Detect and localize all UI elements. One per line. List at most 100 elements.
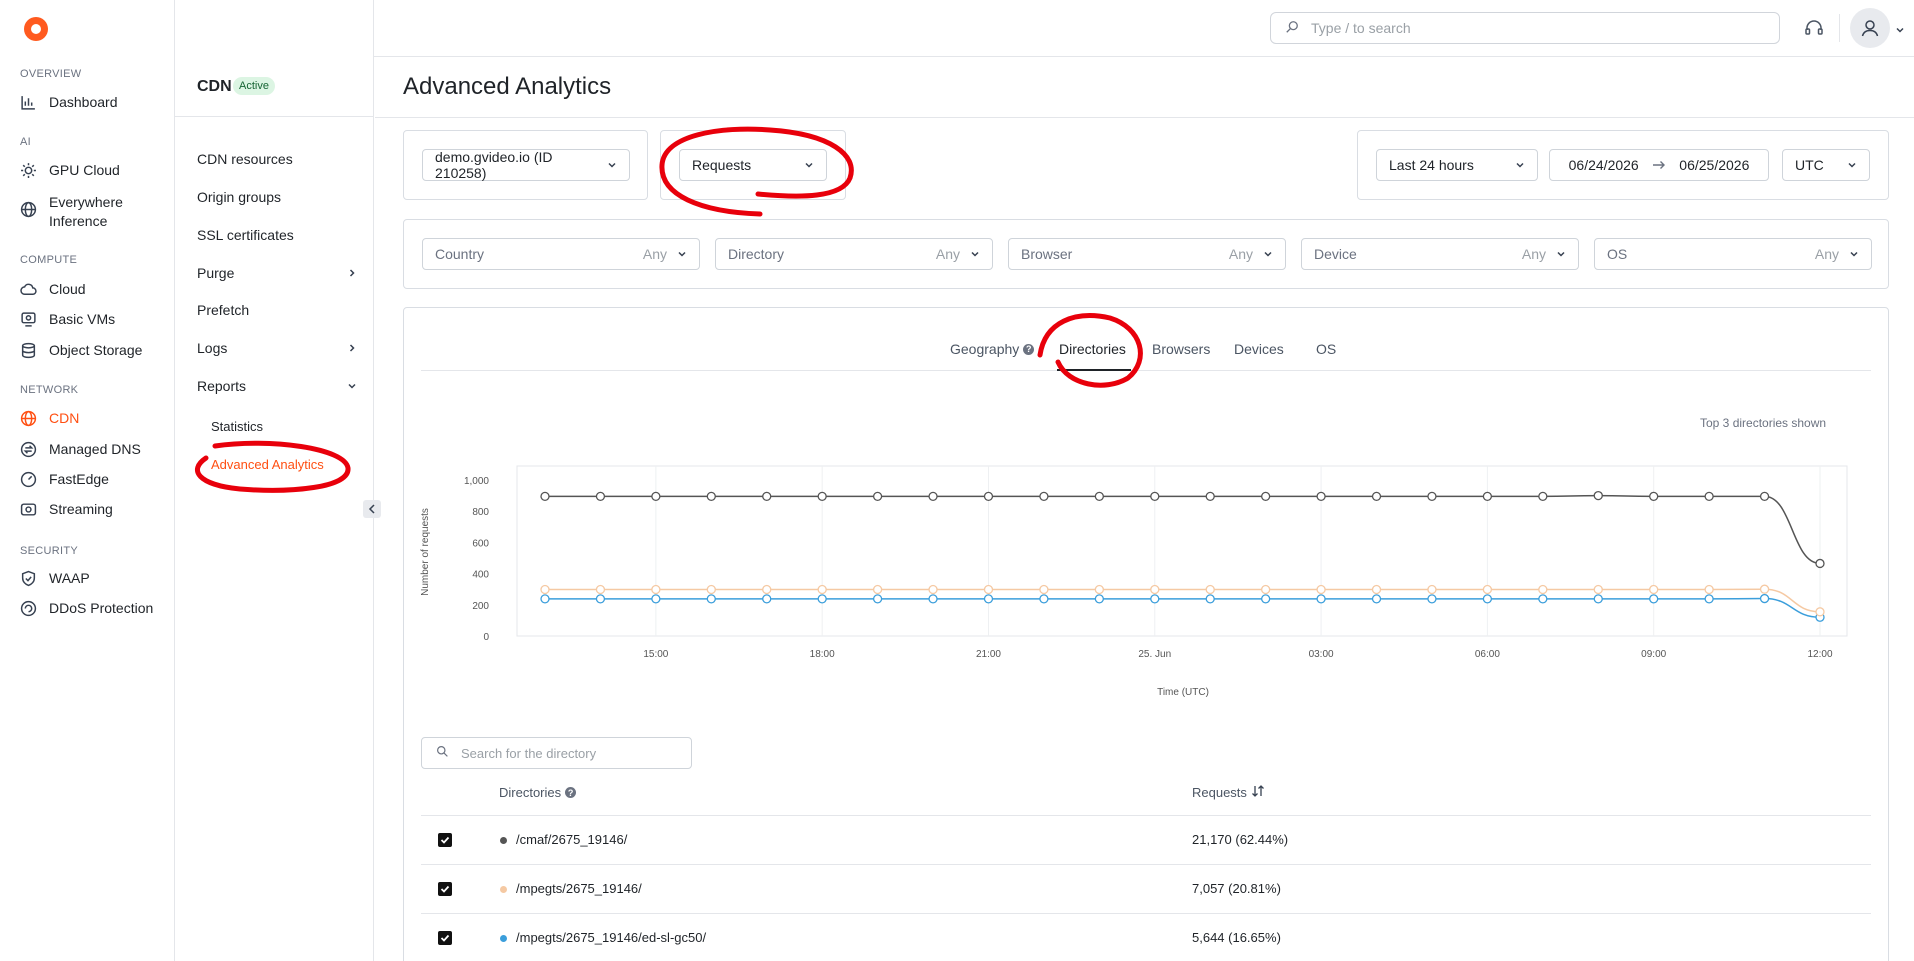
nav-item-streaming[interactable]: Streaming: [20, 501, 170, 518]
x-axis-label: Time (UTC): [1157, 687, 1209, 698]
chart-grid: [516, 465, 1848, 637]
browser-filter[interactable]: Browser Any: [1008, 238, 1286, 270]
nav-item-cdn[interactable]: CDN: [20, 410, 170, 427]
data-point: [706, 491, 716, 502]
os-filter[interactable]: OS Any: [1594, 238, 1872, 270]
nav-item-cloud[interactable]: Cloud: [20, 281, 170, 298]
data-point: [1482, 594, 1493, 604]
shield-icon: [20, 570, 37, 587]
x-tick-label: 15:00: [643, 649, 668, 660]
requests-value: 21,170 (62.44%): [1192, 832, 1289, 847]
tab-directories[interactable]: Directories: [1059, 341, 1126, 357]
data-point: [706, 584, 716, 595]
column-header-requests[interactable]: Requests: [1192, 785, 1265, 800]
metric-select[interactable]: Requests: [679, 149, 827, 181]
subnav-logs[interactable]: Logs: [197, 340, 357, 356]
subnav-advanced-analytics[interactable]: Advanced Analytics: [211, 457, 371, 472]
subnav-purge[interactable]: Purge: [197, 265, 357, 281]
row-checkbox[interactable]: [438, 882, 452, 896]
dns-icon: [20, 441, 37, 458]
data-point: [1704, 594, 1714, 604]
global-search-input[interactable]: Type / to search: [1270, 12, 1780, 44]
data-point: [1759, 593, 1770, 604]
column-header-directories[interactable]: Directories ?: [499, 785, 577, 800]
data-point: [595, 584, 606, 595]
tab-os[interactable]: OS: [1316, 341, 1336, 357]
tab-label: Devices: [1234, 341, 1284, 357]
nav-label: Dashboard: [49, 94, 118, 110]
chevron-down-icon[interactable]: [1895, 22, 1905, 38]
data-point: [1538, 594, 1548, 604]
subnav-statistics[interactable]: Statistics: [211, 419, 371, 434]
x-tick-label: 09:00: [1641, 649, 1666, 660]
nav-item-basic-vms[interactable]: Basic VMs: [20, 311, 170, 328]
directory-filter[interactable]: Directory Any: [715, 238, 993, 270]
row-checkbox[interactable]: [438, 931, 452, 945]
series-line: [545, 597, 1821, 619]
data-point: [1482, 584, 1493, 595]
data-point: [1261, 491, 1271, 502]
subnav-cdn-resources[interactable]: CDN resources: [197, 151, 357, 167]
data-point: [1759, 491, 1770, 502]
data-point: [1704, 584, 1714, 595]
device-any: Any: [1521, 246, 1546, 262]
nav-item-object-storage[interactable]: Object Storage: [20, 342, 170, 359]
device-filter[interactable]: Device Any: [1301, 238, 1579, 270]
country-filter[interactable]: Country Any: [422, 238, 700, 270]
data-point: [872, 594, 883, 604]
data-point: [1205, 594, 1215, 604]
tab-devices[interactable]: Devices: [1234, 341, 1284, 357]
logo-icon[interactable]: [24, 17, 48, 41]
chevron-down-icon: [677, 246, 687, 262]
sort-icon[interactable]: [1251, 785, 1265, 800]
nav-item-managed-dns[interactable]: Managed DNS: [20, 441, 170, 458]
data-point: [1427, 491, 1437, 502]
directory-search-input[interactable]: Search for the directory: [421, 737, 692, 769]
data-point: [983, 584, 994, 595]
nav-item-gpu-cloud[interactable]: GPU Cloud: [20, 162, 170, 179]
tab-label: OS: [1316, 341, 1337, 357]
title-divider: [375, 117, 1914, 118]
x-tick-label: 25. Jun: [1138, 649, 1171, 660]
data-point: [1316, 594, 1326, 604]
subnav-reports[interactable]: Reports: [197, 378, 357, 394]
search-icon: [1285, 20, 1299, 37]
subnav-label: CDN resources: [197, 151, 293, 167]
chevron-right-icon: [347, 340, 357, 356]
data-point: [817, 584, 827, 595]
data-point: [1593, 490, 1603, 501]
data-point: [1427, 584, 1437, 595]
directory-name: /cmaf/2675_19146/: [516, 832, 628, 847]
support-headset-icon[interactable]: [1803, 17, 1825, 39]
date-range-picker[interactable]: 06/24/2026 06/25/2026: [1549, 149, 1769, 181]
search-placeholder: Type / to search: [1311, 20, 1411, 36]
nav-item-fastedge[interactable]: FastEdge: [20, 471, 170, 488]
nav-item-dashboard[interactable]: Dashboard: [20, 94, 170, 111]
subnav-origin-groups[interactable]: Origin groups: [197, 189, 357, 205]
tab-browsers[interactable]: Browsers: [1152, 341, 1210, 357]
resource-select[interactable]: demo.gvideo.io (ID 210258): [422, 149, 630, 181]
data-point: [1039, 491, 1049, 502]
tab-geography[interactable]: Geography ?: [950, 341, 1035, 357]
nav-section-ai: AI: [20, 136, 31, 148]
avatar[interactable]: [1850, 8, 1890, 48]
nav-item-ddos-protection[interactable]: DDoS Protection: [20, 600, 170, 617]
y-axis-ticks: 1,000 800 600 400 200 0: [464, 476, 489, 643]
help-icon[interactable]: ?: [1023, 343, 1035, 355]
subnav-ssl-certificates[interactable]: SSL certificates: [197, 227, 357, 243]
nav-item-everywhere-inference[interactable]: Everywhere Inference: [20, 193, 170, 231]
data-point: [1150, 594, 1160, 604]
help-icon[interactable]: ?: [565, 787, 577, 798]
nav-item-waap[interactable]: WAAP: [20, 570, 170, 587]
os-any: Any: [1814, 246, 1839, 262]
timezone-select[interactable]: UTC: [1782, 149, 1870, 181]
data-point: [1649, 584, 1659, 595]
row-checkbox[interactable]: [438, 833, 452, 847]
chevron-down-icon: [970, 246, 980, 262]
period-select[interactable]: Last 24 hours: [1376, 149, 1538, 181]
chevron-down-icon: [1556, 246, 1566, 262]
page-title: Advanced Analytics: [403, 73, 612, 100]
status-badge: Active: [233, 77, 275, 95]
nav-section-compute: COMPUTE: [20, 254, 78, 266]
subnav-prefetch[interactable]: Prefetch: [197, 302, 357, 318]
